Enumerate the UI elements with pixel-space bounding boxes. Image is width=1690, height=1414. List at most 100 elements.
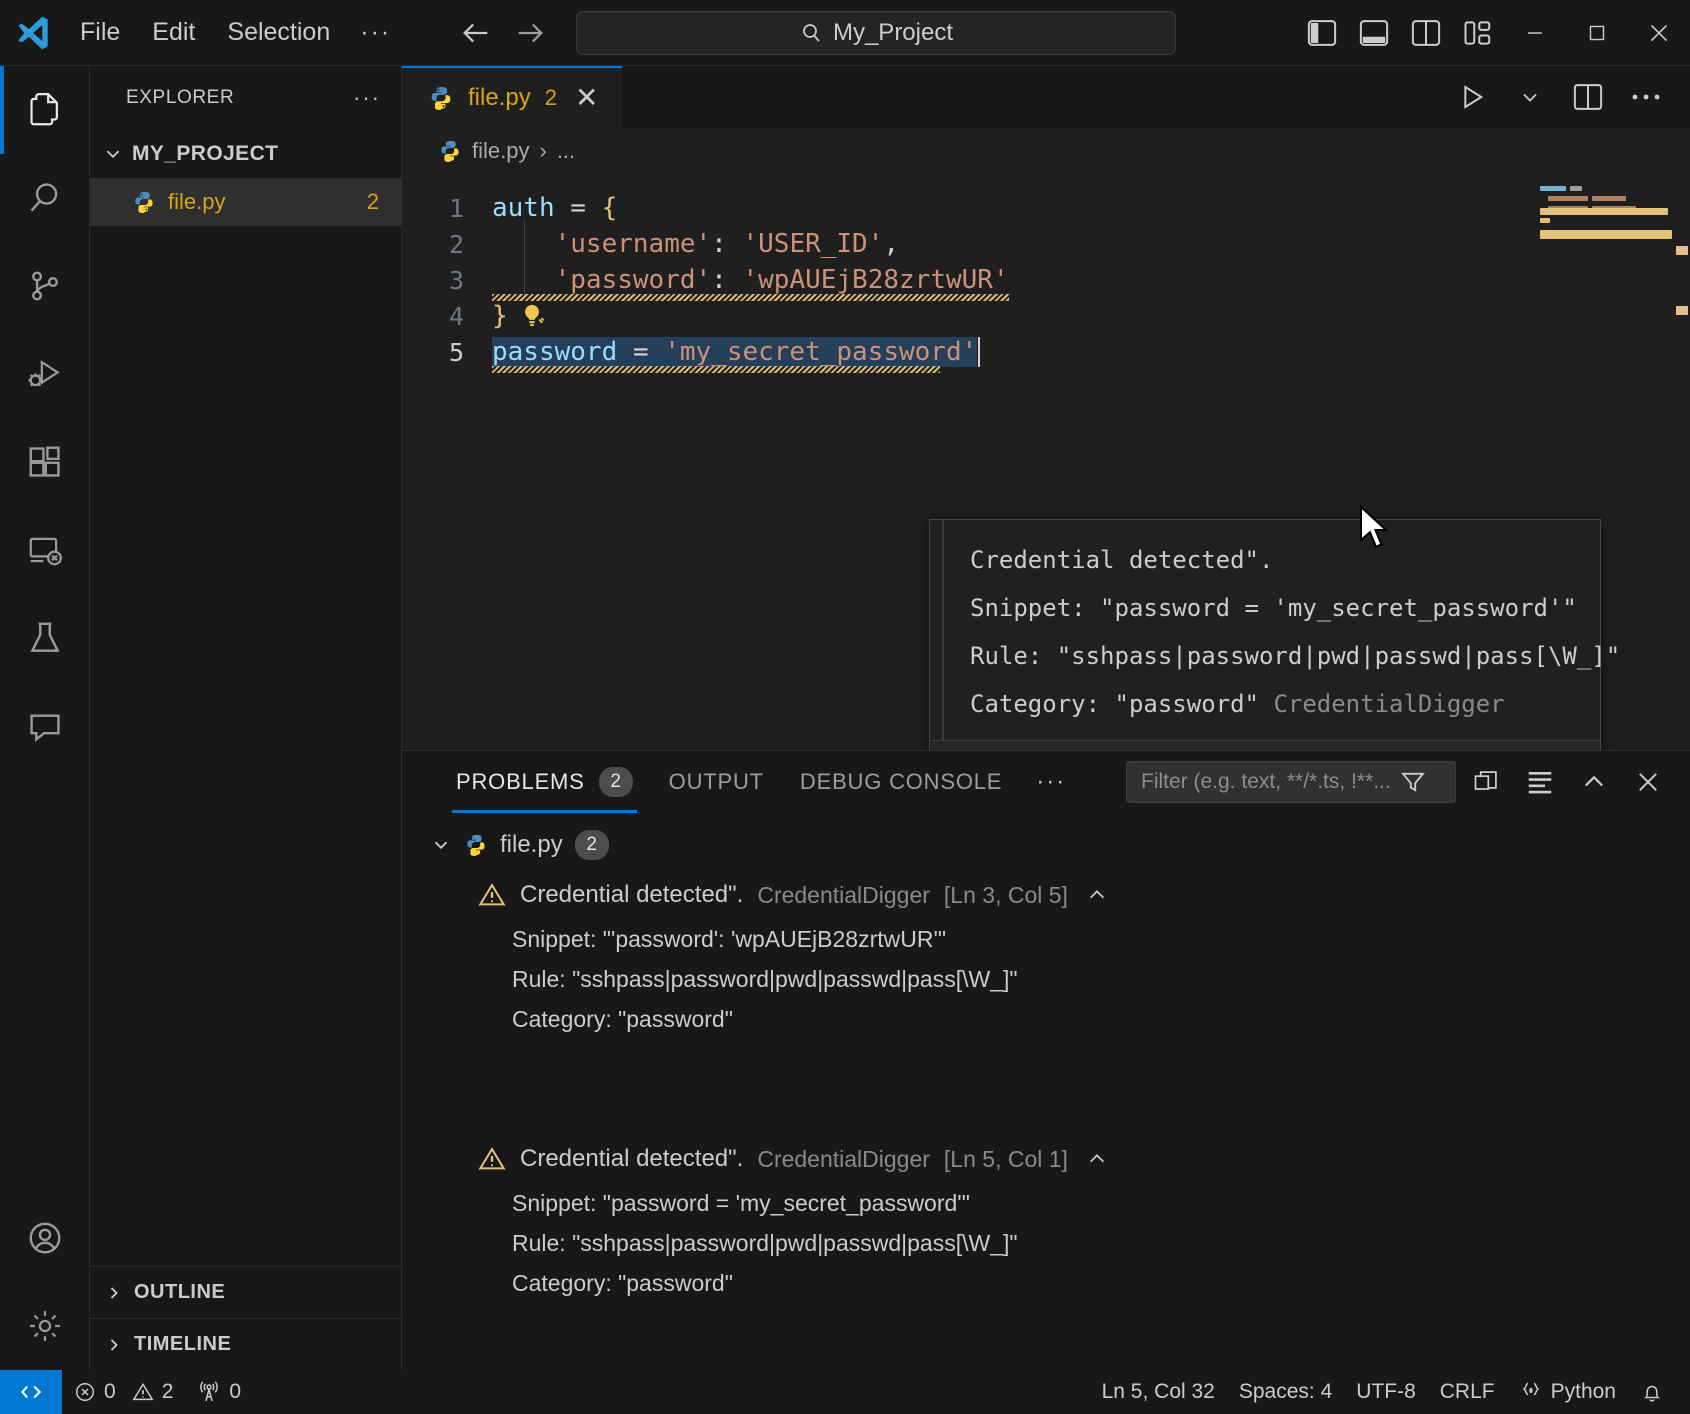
activitybar-item-source-control[interactable] bbox=[0, 242, 90, 330]
panel-toolbar: Filter (e.g. text, **/*.ts, !**... bbox=[1126, 758, 1672, 806]
problem-detail-snippet: Snippet: "password = 'my_secret_password… bbox=[512, 1189, 970, 1216]
activitybar-item-settings[interactable] bbox=[0, 1282, 90, 1370]
view-as-list-button[interactable] bbox=[1516, 758, 1564, 806]
explorer-file-item[interactable]: file.py 2 bbox=[90, 178, 401, 226]
status-bar-right: Ln 5, Col 32 Spaces: 4 UTF-8 CRLF Python bbox=[1090, 1370, 1690, 1414]
command-center[interactable]: My_Project bbox=[576, 11, 1176, 55]
problem-collapse-icon[interactable] bbox=[1086, 884, 1108, 906]
explorer-root-folder[interactable]: MY_PROJECT bbox=[90, 130, 401, 178]
editor-more-actions-button[interactable] bbox=[1620, 72, 1672, 122]
editor-tab-file-py[interactable]: file.py 2 ✕ bbox=[402, 66, 623, 128]
breadcrumb-rest[interactable]: ... bbox=[557, 138, 575, 164]
run-python-file-button[interactable] bbox=[1446, 72, 1498, 122]
code-line-text[interactable]: } bbox=[492, 301, 508, 331]
run-options-chevron-down-icon[interactable] bbox=[1504, 72, 1556, 122]
chevron-down-icon[interactable] bbox=[430, 834, 452, 856]
window-close-button[interactable] bbox=[1628, 0, 1690, 66]
hover-actions: View Problem (Alt+F8) Quick Fix... (Ctrl… bbox=[930, 740, 1600, 750]
problem-collapse-icon[interactable] bbox=[1086, 1148, 1108, 1170]
sidebar-section-timeline[interactable]: TIMELINE bbox=[90, 1318, 401, 1370]
status-notifications[interactable] bbox=[1628, 1370, 1676, 1414]
activitybar-item-explorer[interactable] bbox=[0, 66, 90, 154]
window-maximize-button[interactable] bbox=[1566, 0, 1628, 66]
explorer-sidebar: EXPLORER ··· MY_PROJECT file.py 2 OUTLIN… bbox=[90, 66, 402, 1370]
code-line-5[interactable]: 5 password = 'my_secret_password' bbox=[402, 334, 1690, 374]
quick-fix-lightbulb-icon[interactable] bbox=[518, 302, 546, 330]
close-panel-button[interactable] bbox=[1624, 758, 1672, 806]
sidebar-section-outline-label: OUTLINE bbox=[134, 1281, 226, 1303]
editor-tab-label: file.py bbox=[468, 84, 531, 111]
status-ports[interactable]: 0 bbox=[185, 1370, 253, 1414]
activitybar-item-remote-explorer[interactable] bbox=[0, 506, 90, 594]
navigation-arrows bbox=[459, 16, 547, 50]
files-icon bbox=[26, 91, 64, 129]
activitybar-item-chat[interactable] bbox=[0, 682, 90, 770]
status-problems[interactable]: 0 2 bbox=[62, 1370, 185, 1414]
panel-tab-problems[interactable]: PROBLEMS 2 bbox=[438, 751, 651, 813]
customize-layout-icon[interactable] bbox=[1452, 8, 1504, 58]
panel-tab-debug-console[interactable]: DEBUG CONSOLE bbox=[782, 751, 1020, 813]
filter-icon[interactable] bbox=[1399, 768, 1427, 796]
hover-tooltip[interactable]: Credential detected". Snippet: "password… bbox=[929, 519, 1620, 750]
sidebar-more-button[interactable]: ··· bbox=[353, 85, 381, 111]
breadcrumb[interactable]: file.py › ... bbox=[402, 128, 1690, 174]
code-editor[interactable]: 1 auth = { 2 'username': 'USER_ID', 3 'p… bbox=[402, 174, 1690, 750]
sidebar-section-outline[interactable]: OUTLINE bbox=[90, 1266, 401, 1318]
collapse-panel-button[interactable] bbox=[1570, 758, 1618, 806]
code-line-1[interactable]: 1 auth = { bbox=[402, 190, 1690, 226]
explorer-file-label: file.py bbox=[168, 189, 226, 214]
vscode-logo-icon bbox=[0, 0, 66, 66]
back-arrow-icon[interactable] bbox=[459, 16, 493, 50]
code-line-text[interactable]: password = 'my_secret_password' bbox=[492, 336, 981, 374]
forward-arrow-icon[interactable] bbox=[513, 16, 547, 50]
code-line-2[interactable]: 2 'username': 'USER_ID', bbox=[402, 226, 1690, 262]
problems-list[interactable]: file.py 2 Credential detected". Credenti… bbox=[402, 813, 1690, 1370]
editor-group: file.py 2 ✕ file.py › ... 1 auth = {2 '… bbox=[402, 66, 1690, 1370]
view-as-table-button[interactable] bbox=[1462, 758, 1510, 806]
status-encoding[interactable]: UTF-8 bbox=[1344, 1370, 1428, 1414]
activitybar-item-run-and-debug[interactable] bbox=[0, 330, 90, 418]
panel-more-tabs-button[interactable]: ··· bbox=[1020, 768, 1082, 796]
code-line-text[interactable]: auth = { bbox=[492, 193, 617, 223]
warning-squiggle bbox=[492, 366, 940, 374]
status-indentation[interactable]: Spaces: 4 bbox=[1227, 1370, 1344, 1414]
overview-warning-mark bbox=[1676, 246, 1688, 255]
toggle-panel-icon[interactable] bbox=[1348, 8, 1400, 58]
breadcrumb-file[interactable]: file.py bbox=[472, 138, 529, 164]
status-eol[interactable]: CRLF bbox=[1428, 1370, 1507, 1414]
activitybar-item-accounts[interactable] bbox=[0, 1194, 90, 1282]
python-icon bbox=[428, 85, 454, 111]
code-line-text[interactable]: 'password': 'wpAUEjB28zrtwUR' bbox=[492, 265, 1009, 301]
mouse-pointer bbox=[1357, 504, 1393, 552]
code-line-text[interactable]: 'username': 'USER_ID', bbox=[492, 229, 899, 259]
activitybar-item-search[interactable] bbox=[0, 154, 90, 242]
problems-spacer bbox=[402, 1039, 1690, 1135]
code-content[interactable]: 1 auth = { 2 'username': 'USER_ID', 3 'p… bbox=[402, 174, 1690, 374]
menu-edit[interactable]: Edit bbox=[138, 14, 209, 51]
title-bar: File Edit Selection ··· My_Project bbox=[0, 0, 1690, 66]
window-minimize-button[interactable] bbox=[1504, 0, 1566, 66]
menu-more-button[interactable]: ··· bbox=[348, 12, 403, 53]
problems-file-group[interactable]: file.py 2 bbox=[402, 819, 1690, 871]
status-cursor-position[interactable]: Ln 5, Col 32 bbox=[1090, 1370, 1227, 1414]
toggle-secondary-sidebar-icon[interactable] bbox=[1400, 8, 1452, 58]
code-line-4[interactable]: 4 } bbox=[402, 298, 1690, 334]
menu-file[interactable]: File bbox=[66, 14, 134, 51]
panel-tab-output[interactable]: OUTPUT bbox=[651, 751, 782, 813]
problem-item[interactable]: Credential detected". CredentialDigger [… bbox=[402, 871, 1690, 919]
beaker-icon bbox=[26, 619, 64, 657]
split-editor-button[interactable] bbox=[1562, 72, 1614, 122]
line-number: 5 bbox=[448, 337, 464, 367]
problems-filter-input[interactable]: Filter (e.g. text, **/*.ts, !**... bbox=[1126, 761, 1456, 803]
activitybar-item-testing[interactable] bbox=[0, 594, 90, 682]
code-line-3[interactable]: 3 'password': 'wpAUEjB28zrtwUR' bbox=[402, 262, 1690, 301]
editor-tab-close-icon[interactable]: ✕ bbox=[571, 84, 602, 112]
problem-item[interactable]: Credential detected". CredentialDigger [… bbox=[402, 1135, 1690, 1183]
editor-scrollbar[interactable] bbox=[1672, 174, 1690, 750]
activitybar-item-extensions[interactable] bbox=[0, 418, 90, 506]
explorer-file-badge: 2 bbox=[366, 189, 379, 214]
menu-selection[interactable]: Selection bbox=[213, 14, 344, 51]
status-language-mode[interactable]: Python bbox=[1507, 1370, 1628, 1414]
status-remote-indicator[interactable] bbox=[0, 1370, 62, 1414]
toggle-primary-sidebar-icon[interactable] bbox=[1296, 8, 1348, 58]
